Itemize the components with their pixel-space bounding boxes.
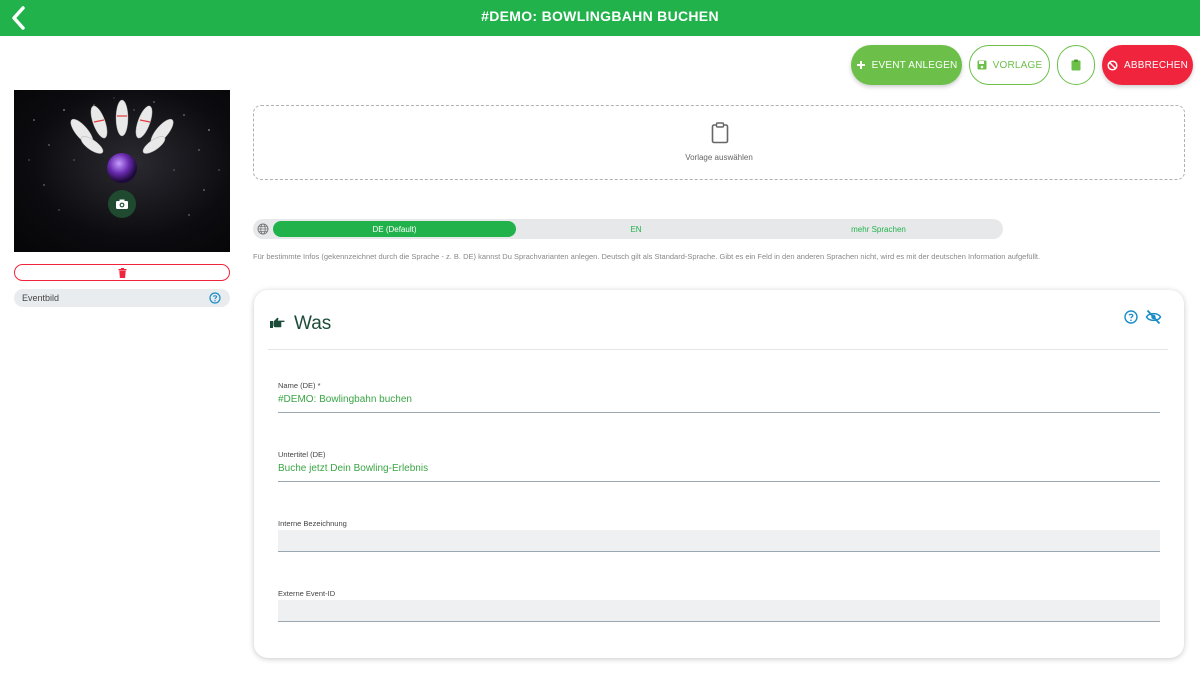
floppy-disk-icon: [977, 60, 987, 70]
name-input[interactable]: #DEMO: Bowlingbahn buchen: [278, 394, 1160, 413]
clipboard-button[interactable]: [1057, 45, 1095, 85]
internal-name-field-label: Interne Bezeichnung: [278, 519, 347, 528]
trash-icon: [118, 267, 126, 278]
language-switch: DE (Default) EN mehr Sprachen: [253, 219, 1003, 239]
name-field-label: Name (DE) *: [278, 381, 321, 390]
ban-icon: [1107, 59, 1118, 71]
plus-icon: [856, 61, 865, 69]
event-anlegen-label: EVENT ANLEGEN: [871, 59, 958, 71]
language-info-text: Für bestimmte Infos (gekennzeichnet durc…: [253, 252, 1041, 261]
internal-name-input[interactable]: [278, 530, 1160, 552]
was-card-title: Was: [294, 313, 332, 334]
clipboard-icon: [711, 122, 729, 144]
vorlage-button[interactable]: VORLAGE: [969, 45, 1050, 85]
bowling-image: [28, 97, 220, 216]
external-id-input[interactable]: [278, 600, 1160, 622]
change-image-button[interactable]: [108, 190, 136, 218]
top-bar: #DEMO: BOWLINGBAHN BUCHEN: [0, 0, 1200, 36]
subtitle-field-label: Untertitel (DE): [278, 450, 326, 459]
event-image: [14, 90, 230, 252]
question-circle-icon[interactable]: [209, 292, 221, 304]
tab-language-en[interactable]: EN: [516, 221, 756, 237]
abbrechen-label: ABBRECHEN: [1123, 59, 1189, 71]
eventbild-label: Eventbild: [14, 289, 230, 307]
external-id-field-label: Externe Event-ID: [278, 589, 336, 598]
was-card: Was Name (DE) * #DEMO: Bowlingbahn buche…: [254, 290, 1184, 658]
vorlage-label: VORLAGE: [992, 59, 1043, 71]
subtitle-input[interactable]: Buche jetzt Dein Bowling-Erlebnis: [278, 463, 1160, 482]
event-anlegen-button[interactable]: EVENT ANLEGEN: [851, 45, 962, 85]
clipboard-icon: [1071, 59, 1081, 71]
tab-language-de[interactable]: DE (Default): [273, 221, 516, 237]
delete-image-button[interactable]: [14, 264, 230, 281]
globe-icon: [257, 223, 269, 235]
eventbild-text: Eventbild: [22, 293, 60, 303]
card-divider: [268, 349, 1168, 350]
abbrechen-button[interactable]: ABBRECHEN: [1102, 45, 1193, 85]
template-picker[interactable]: Vorlage auswählen: [253, 105, 1185, 180]
pointing-hand-icon: [270, 317, 285, 328]
tab-more-languages[interactable]: mehr Sprachen: [756, 221, 1001, 237]
camera-icon: [116, 199, 128, 209]
page-title: #DEMO: BOWLINGBAHN BUCHEN: [481, 8, 719, 24]
template-picker-label: Vorlage auswählen: [685, 153, 753, 162]
question-circle-icon[interactable]: [1124, 310, 1138, 324]
eye-slash-icon[interactable]: [1145, 309, 1162, 325]
